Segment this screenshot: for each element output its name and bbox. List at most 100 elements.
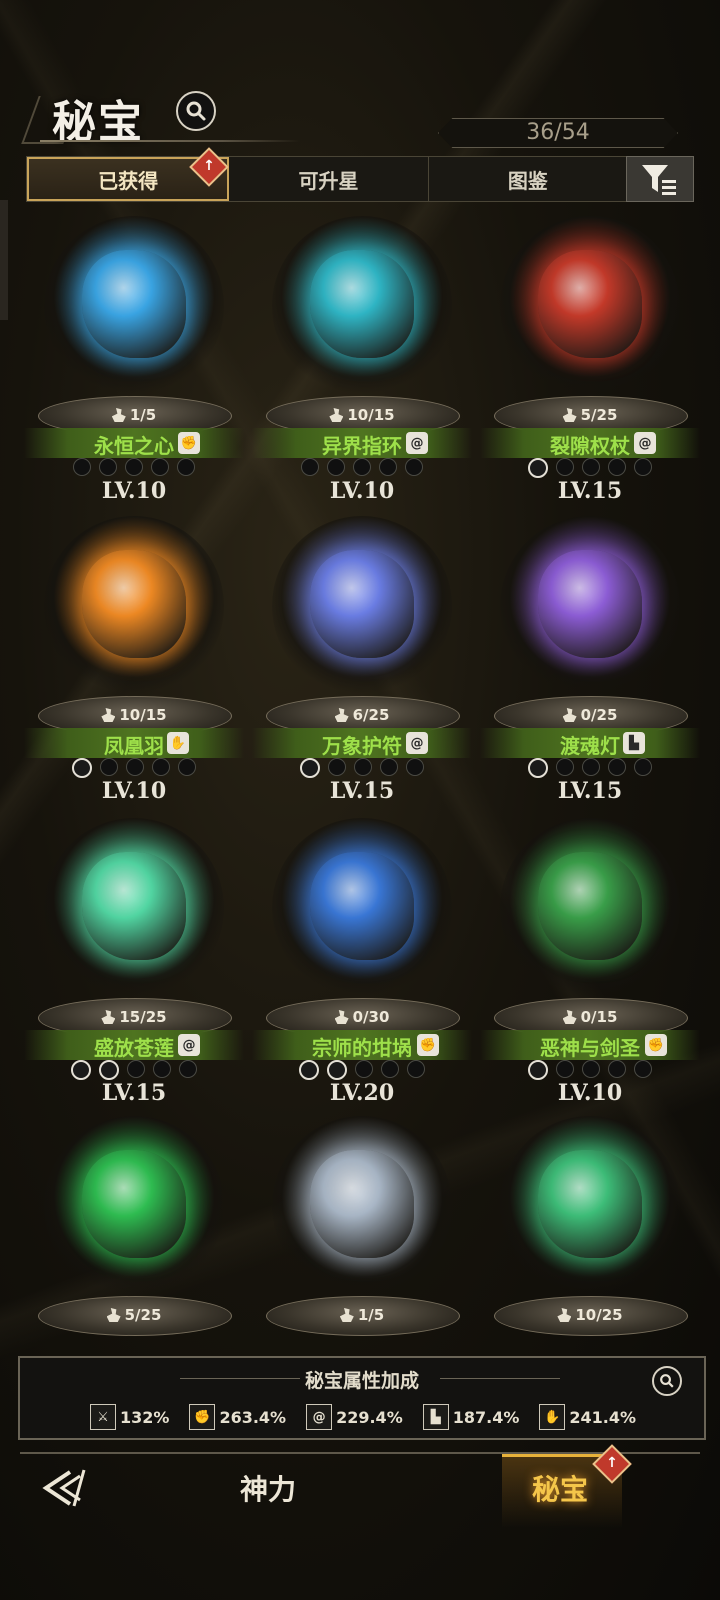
star-empty-icon	[405, 458, 423, 476]
tab-label: 已获得	[98, 168, 159, 193]
treasure-card[interactable]: 6/25 万象护符 @ LV.15	[248, 510, 476, 810]
stat-value: 241.4%	[569, 1407, 636, 1427]
star-empty-icon	[556, 458, 574, 476]
fragment-text: 1/5	[129, 406, 157, 424]
star-filled-icon	[528, 758, 548, 778]
treasure-card[interactable]: 5/25 裂隙权杖 @ LV.15	[476, 210, 704, 510]
star-empty-icon	[380, 758, 398, 776]
star-rating	[476, 1060, 704, 1080]
up-arrow-icon: ↑	[606, 1455, 618, 1471]
star-empty-icon	[582, 758, 600, 776]
tab-obtained[interactable]: 已获得 ↑	[27, 147, 230, 201]
treasure-level: LV.15	[329, 778, 395, 804]
soul-lantern-artwork	[500, 516, 680, 696]
red-wing-scepter-artwork	[500, 216, 680, 396]
filter-button[interactable]	[626, 156, 694, 202]
edge-handle	[0, 200, 8, 320]
teal-ring-shape	[310, 250, 414, 358]
treasure-card[interactable]: 15/25 盛放苍莲 @ LV.15	[20, 812, 248, 1112]
treasure-name: 裂隙权杖	[550, 434, 630, 458]
fragment-icon	[329, 408, 344, 422]
teal-ring-artwork	[272, 216, 452, 396]
stat-magic: @229.4%	[306, 1404, 403, 1430]
star-empty-icon	[328, 758, 346, 776]
fragment-text: 0/30	[352, 1008, 390, 1026]
treasure-level: LV.15	[557, 778, 623, 804]
stat-speed: ▙ 187.4%	[422, 1404, 519, 1430]
search-button[interactable]	[176, 91, 216, 131]
treasure-level: LV.20	[329, 1080, 395, 1106]
treasure-card[interactable]: 10/15 异界指环 @ LV.10	[248, 210, 476, 510]
treasure-name: 渡魂灯	[560, 734, 620, 758]
fragment-text: 6/25	[352, 706, 390, 724]
bonus-detail-button[interactable]	[652, 1366, 682, 1396]
fist-icon: ✊	[189, 1404, 216, 1430]
nav-treasure[interactable]: 秘宝	[532, 1468, 588, 1508]
sword-icon: ⚔	[90, 1404, 116, 1430]
fragment-count: 0/30	[248, 1008, 476, 1026]
tab-codex[interactable]: 图鉴	[429, 157, 627, 201]
up-arrow-icon: ↑	[203, 158, 216, 174]
nav-divine-power[interactable]: 神力	[240, 1468, 296, 1508]
star-empty-icon	[153, 1060, 171, 1078]
star-rating	[20, 758, 248, 778]
class-type-icon: @	[406, 732, 428, 754]
star-filled-icon	[71, 1060, 91, 1080]
class-type-icon: ✊	[178, 432, 200, 454]
treasure-card[interactable]: 0/25 渡魂灯 ▙ LV.15	[476, 510, 704, 810]
star-empty-icon	[634, 458, 652, 476]
stat-attack: ⚔ 132%	[90, 1404, 169, 1430]
fragment-count: 5/25	[20, 1306, 248, 1324]
demon-swordsman-artwork	[500, 818, 680, 998]
treasure-name: 异界指环	[322, 434, 402, 458]
treasure-card[interactable]: 10/15 凤凰羽 ✋ LV.10	[20, 510, 248, 810]
star-filled-icon	[299, 1060, 319, 1080]
star-empty-icon	[608, 1060, 626, 1078]
star-filled-icon	[99, 1060, 119, 1080]
stat-value: 229.4%	[336, 1407, 403, 1427]
star-empty-icon	[126, 758, 144, 776]
blue-gem-heart-shape	[82, 250, 186, 358]
star-rating	[248, 758, 476, 778]
cauldron-shape	[310, 852, 414, 960]
star-filled-icon	[528, 1060, 548, 1080]
jade-lotus-artwork	[44, 818, 224, 998]
filter-icon	[642, 165, 676, 195]
fragment-icon	[111, 408, 126, 422]
treasure-card[interactable]: 1/5 永恒之心 ✊ LV.10	[20, 210, 248, 510]
treasure-level: LV.10	[557, 1080, 623, 1106]
star-empty-icon	[379, 458, 397, 476]
treasure-card[interactable]: 0/30 宗师的坩埚 ✊ LV.20	[248, 812, 476, 1112]
tab-upgradable[interactable]: 可升星	[229, 157, 429, 201]
treasure-name: 万象护符	[322, 734, 402, 758]
fragment-text: 15/25	[119, 1008, 167, 1026]
boot-icon: ▙	[422, 1404, 449, 1430]
star-empty-icon	[151, 458, 169, 476]
class-type-icon: @	[634, 432, 656, 454]
tab-alert-badge: ↑	[189, 147, 230, 187]
fragment-text: 0/25	[580, 706, 618, 724]
star-empty-icon	[381, 1060, 399, 1078]
fragment-icon	[557, 1308, 572, 1322]
treasure-name: 盛放苍莲	[94, 1036, 174, 1060]
fragment-text: 5/25	[124, 1306, 162, 1324]
star-empty-icon	[608, 758, 626, 776]
treasure-level: LV.10	[329, 478, 395, 504]
back-button[interactable]	[40, 1466, 94, 1510]
star-empty-icon	[127, 1060, 145, 1078]
bottom-nav: 神力 秘宝 ↑	[0, 1444, 720, 1600]
fragment-count: 10/25	[476, 1306, 704, 1324]
class-type-icon: ▙	[623, 732, 645, 754]
treasure-level: LV.10	[101, 778, 167, 804]
treasure-card[interactable]: 0/15 恶神与剑圣 ✊ LV.10	[476, 812, 704, 1112]
fragment-icon	[101, 1010, 116, 1024]
star-empty-icon	[100, 758, 118, 776]
shattered-traveler-shape	[538, 1150, 642, 1258]
fragment-icon	[334, 1010, 349, 1024]
tab-bar: 已获得 ↑ 可升星 图鉴	[26, 147, 628, 202]
stat-strength: ✊ 263.4%	[189, 1404, 286, 1430]
shattered-warrior-shape	[82, 1150, 186, 1258]
star-empty-icon	[407, 1060, 425, 1078]
star-empty-icon	[301, 458, 319, 476]
fragment-icon	[106, 1308, 121, 1322]
